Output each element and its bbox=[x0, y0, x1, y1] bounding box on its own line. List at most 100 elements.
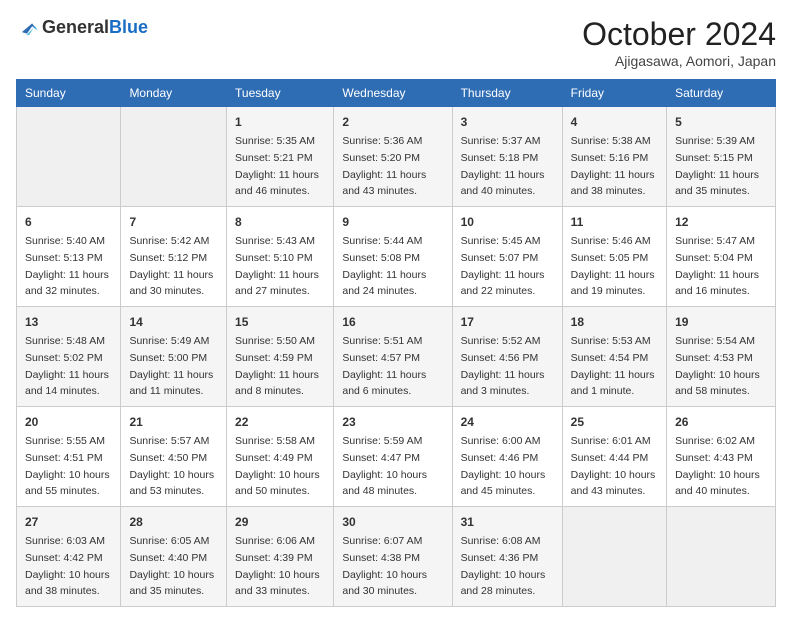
sunrise-info: Sunrise: 5:36 AM bbox=[342, 135, 422, 147]
calendar-cell: 25 Sunrise: 6:01 AM Sunset: 4:44 PM Dayl… bbox=[562, 407, 666, 507]
day-number: 8 bbox=[235, 213, 325, 231]
sunset-info: Sunset: 4:40 PM bbox=[129, 552, 207, 564]
sunrise-info: Sunrise: 6:08 AM bbox=[461, 535, 541, 547]
calendar-cell: 22 Sunrise: 5:58 AM Sunset: 4:49 PM Dayl… bbox=[227, 407, 334, 507]
header-saturday: Saturday bbox=[667, 80, 776, 107]
daylight-info: Daylight: 11 hours and 6 minutes. bbox=[342, 369, 426, 398]
sunrise-info: Sunrise: 5:39 AM bbox=[675, 135, 755, 147]
calendar-cell: 15 Sunrise: 5:50 AM Sunset: 4:59 PM Dayl… bbox=[227, 307, 334, 407]
day-number: 13 bbox=[25, 313, 112, 331]
calendar-cell: 13 Sunrise: 5:48 AM Sunset: 5:02 PM Dayl… bbox=[17, 307, 121, 407]
daylight-info: Daylight: 11 hours and 22 minutes. bbox=[461, 269, 545, 298]
sunrise-info: Sunrise: 5:35 AM bbox=[235, 135, 315, 147]
day-number: 26 bbox=[675, 413, 767, 431]
daylight-info: Daylight: 10 hours and 45 minutes. bbox=[461, 469, 546, 498]
day-number: 20 bbox=[25, 413, 112, 431]
day-number: 27 bbox=[25, 513, 112, 531]
day-number: 25 bbox=[571, 413, 658, 431]
calendar-cell: 24 Sunrise: 6:00 AM Sunset: 4:46 PM Dayl… bbox=[452, 407, 562, 507]
day-number: 24 bbox=[461, 413, 554, 431]
day-number: 11 bbox=[571, 213, 658, 231]
sunrise-info: Sunrise: 5:45 AM bbox=[461, 235, 541, 247]
sunrise-info: Sunrise: 6:01 AM bbox=[571, 435, 651, 447]
sunrise-info: Sunrise: 6:07 AM bbox=[342, 535, 422, 547]
calendar-cell: 23 Sunrise: 5:59 AM Sunset: 4:47 PM Dayl… bbox=[334, 407, 452, 507]
calendar-cell: 31 Sunrise: 6:08 AM Sunset: 4:36 PM Dayl… bbox=[452, 507, 562, 607]
sunrise-info: Sunrise: 5:58 AM bbox=[235, 435, 315, 447]
day-number: 14 bbox=[129, 313, 218, 331]
calendar-cell: 19 Sunrise: 5:54 AM Sunset: 4:53 PM Dayl… bbox=[667, 307, 776, 407]
sunrise-info: Sunrise: 5:55 AM bbox=[25, 435, 105, 447]
header-thursday: Thursday bbox=[452, 80, 562, 107]
calendar-cell: 28 Sunrise: 6:05 AM Sunset: 4:40 PM Dayl… bbox=[121, 507, 227, 607]
week-row-2: 6 Sunrise: 5:40 AM Sunset: 5:13 PM Dayli… bbox=[17, 207, 776, 307]
sunset-info: Sunset: 4:43 PM bbox=[675, 452, 753, 464]
header-wednesday: Wednesday bbox=[334, 80, 452, 107]
calendar-cell bbox=[562, 507, 666, 607]
daylight-info: Daylight: 11 hours and 24 minutes. bbox=[342, 269, 426, 298]
sunset-info: Sunset: 4:39 PM bbox=[235, 552, 313, 564]
daylight-info: Daylight: 10 hours and 48 minutes. bbox=[342, 469, 427, 498]
daylight-info: Daylight: 11 hours and 8 minutes. bbox=[235, 369, 319, 398]
sunset-info: Sunset: 4:47 PM bbox=[342, 452, 420, 464]
calendar-cell: 30 Sunrise: 6:07 AM Sunset: 4:38 PM Dayl… bbox=[334, 507, 452, 607]
calendar-cell: 29 Sunrise: 6:06 AM Sunset: 4:39 PM Dayl… bbox=[227, 507, 334, 607]
sunrise-info: Sunrise: 5:37 AM bbox=[461, 135, 541, 147]
sunrise-info: Sunrise: 5:53 AM bbox=[571, 335, 651, 347]
calendar-cell: 8 Sunrise: 5:43 AM Sunset: 5:10 PM Dayli… bbox=[227, 207, 334, 307]
day-number: 16 bbox=[342, 313, 443, 331]
daylight-info: Daylight: 11 hours and 3 minutes. bbox=[461, 369, 545, 398]
day-number: 5 bbox=[675, 113, 767, 131]
week-row-5: 27 Sunrise: 6:03 AM Sunset: 4:42 PM Dayl… bbox=[17, 507, 776, 607]
sunset-info: Sunset: 5:05 PM bbox=[571, 252, 649, 264]
day-number: 15 bbox=[235, 313, 325, 331]
sunrise-info: Sunrise: 6:00 AM bbox=[461, 435, 541, 447]
title-block: October 2024 Ajigasawa, Aomori, Japan bbox=[582, 16, 776, 69]
sunrise-info: Sunrise: 5:40 AM bbox=[25, 235, 105, 247]
week-row-1: 1 Sunrise: 5:35 AM Sunset: 5:21 PM Dayli… bbox=[17, 107, 776, 207]
calendar-cell bbox=[667, 507, 776, 607]
header-tuesday: Tuesday bbox=[227, 80, 334, 107]
sunset-info: Sunset: 4:38 PM bbox=[342, 552, 420, 564]
day-number: 19 bbox=[675, 313, 767, 331]
daylight-info: Daylight: 10 hours and 58 minutes. bbox=[675, 369, 760, 398]
daylight-info: Daylight: 11 hours and 40 minutes. bbox=[461, 169, 545, 198]
calendar-cell: 21 Sunrise: 5:57 AM Sunset: 4:50 PM Dayl… bbox=[121, 407, 227, 507]
calendar-cell: 2 Sunrise: 5:36 AM Sunset: 5:20 PM Dayli… bbox=[334, 107, 452, 207]
calendar-cell: 3 Sunrise: 5:37 AM Sunset: 5:18 PM Dayli… bbox=[452, 107, 562, 207]
daylight-info: Daylight: 10 hours and 43 minutes. bbox=[571, 469, 656, 498]
calendar-cell: 16 Sunrise: 5:51 AM Sunset: 4:57 PM Dayl… bbox=[334, 307, 452, 407]
daylight-info: Daylight: 11 hours and 19 minutes. bbox=[571, 269, 655, 298]
calendar-cell: 7 Sunrise: 5:42 AM Sunset: 5:12 PM Dayli… bbox=[121, 207, 227, 307]
day-number: 9 bbox=[342, 213, 443, 231]
daylight-info: Daylight: 10 hours and 35 minutes. bbox=[129, 569, 214, 598]
day-number: 1 bbox=[235, 113, 325, 131]
day-number: 31 bbox=[461, 513, 554, 531]
calendar-cell: 9 Sunrise: 5:44 AM Sunset: 5:08 PM Dayli… bbox=[334, 207, 452, 307]
calendar-cell: 27 Sunrise: 6:03 AM Sunset: 4:42 PM Dayl… bbox=[17, 507, 121, 607]
day-number: 28 bbox=[129, 513, 218, 531]
sunrise-info: Sunrise: 5:44 AM bbox=[342, 235, 422, 247]
calendar-title: October 2024 bbox=[582, 16, 776, 53]
daylight-info: Daylight: 10 hours and 50 minutes. bbox=[235, 469, 320, 498]
day-number: 18 bbox=[571, 313, 658, 331]
week-row-4: 20 Sunrise: 5:55 AM Sunset: 4:51 PM Dayl… bbox=[17, 407, 776, 507]
sunset-info: Sunset: 5:21 PM bbox=[235, 152, 313, 164]
sunrise-info: Sunrise: 5:50 AM bbox=[235, 335, 315, 347]
header-friday: Friday bbox=[562, 80, 666, 107]
day-number: 3 bbox=[461, 113, 554, 131]
day-number: 22 bbox=[235, 413, 325, 431]
logo: General Blue bbox=[16, 16, 148, 38]
daylight-info: Daylight: 10 hours and 38 minutes. bbox=[25, 569, 110, 598]
week-row-3: 13 Sunrise: 5:48 AM Sunset: 5:02 PM Dayl… bbox=[17, 307, 776, 407]
header-sunday: Sunday bbox=[17, 80, 121, 107]
sunset-info: Sunset: 4:36 PM bbox=[461, 552, 539, 564]
daylight-info: Daylight: 11 hours and 1 minute. bbox=[571, 369, 655, 398]
calendar-cell bbox=[17, 107, 121, 207]
daylight-info: Daylight: 11 hours and 16 minutes. bbox=[675, 269, 759, 298]
sunset-info: Sunset: 5:18 PM bbox=[461, 152, 539, 164]
sunrise-info: Sunrise: 5:59 AM bbox=[342, 435, 422, 447]
daylight-info: Daylight: 11 hours and 46 minutes. bbox=[235, 169, 319, 198]
sunrise-info: Sunrise: 5:51 AM bbox=[342, 335, 422, 347]
sunrise-info: Sunrise: 5:42 AM bbox=[129, 235, 209, 247]
